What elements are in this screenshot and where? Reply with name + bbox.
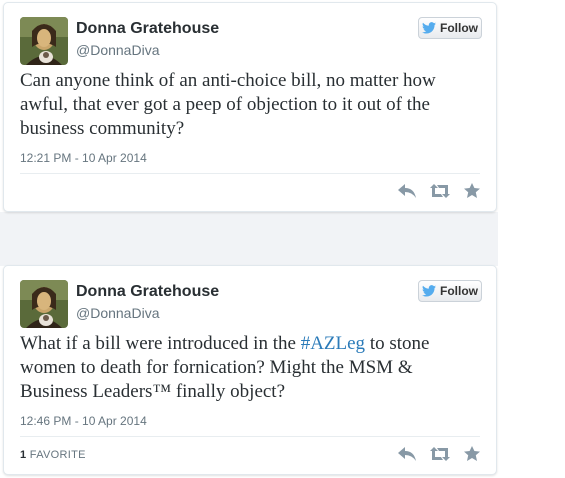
reply-icon[interactable]: [398, 183, 416, 198]
tweet-card: Donna Gratehouse @DonnaDiva Follow Can a…: [3, 2, 497, 212]
favorite-count-number: 1: [20, 449, 27, 461]
avatar[interactable]: [20, 17, 68, 65]
reply-icon[interactable]: [398, 446, 416, 461]
author-name[interactable]: Donna Gratehouse: [76, 283, 219, 301]
favorite-count-label: FAVORITE: [29, 449, 86, 461]
tweet-text-before: What if a bill were introduced in the: [20, 333, 301, 354]
retweet-icon[interactable]: [430, 183, 450, 198]
tweet-card: Donna Gratehouse @DonnaDiva Follow What …: [3, 265, 497, 475]
tweet-text: Can anyone think of an anti-choice bill,…: [20, 70, 436, 139]
timestamp[interactable]: 12:21 PM - 10 Apr 2014: [20, 151, 147, 165]
follow-label: Follow: [440, 21, 478, 35]
timeline-gap: [0, 212, 498, 266]
twitter-bird-icon: [422, 22, 436, 34]
follow-label: Follow: [440, 284, 478, 298]
timestamp[interactable]: 12:46 PM - 10 Apr 2014: [20, 414, 147, 428]
tweet-actions: [398, 183, 480, 198]
author-name[interactable]: Donna Gratehouse: [76, 20, 219, 38]
tweet-text: What if a bill were introduced in the #A…: [20, 332, 480, 404]
twitter-bird-icon: [422, 285, 436, 297]
divider: [20, 436, 480, 437]
avatar[interactable]: [20, 280, 68, 328]
tweet-actions: [398, 446, 480, 461]
divider: [20, 173, 480, 174]
follow-button[interactable]: Follow: [418, 280, 482, 302]
hashtag-link[interactable]: #AZLeg: [301, 333, 365, 354]
favorite-icon[interactable]: [464, 183, 480, 198]
retweet-icon[interactable]: [430, 446, 450, 461]
author-handle[interactable]: @DonnaDiva: [76, 42, 159, 58]
follow-button[interactable]: Follow: [418, 17, 482, 39]
favorite-count[interactable]: 1 FAVORITE: [20, 449, 86, 461]
favorite-icon[interactable]: [464, 446, 480, 461]
author-handle[interactable]: @DonnaDiva: [76, 305, 159, 321]
